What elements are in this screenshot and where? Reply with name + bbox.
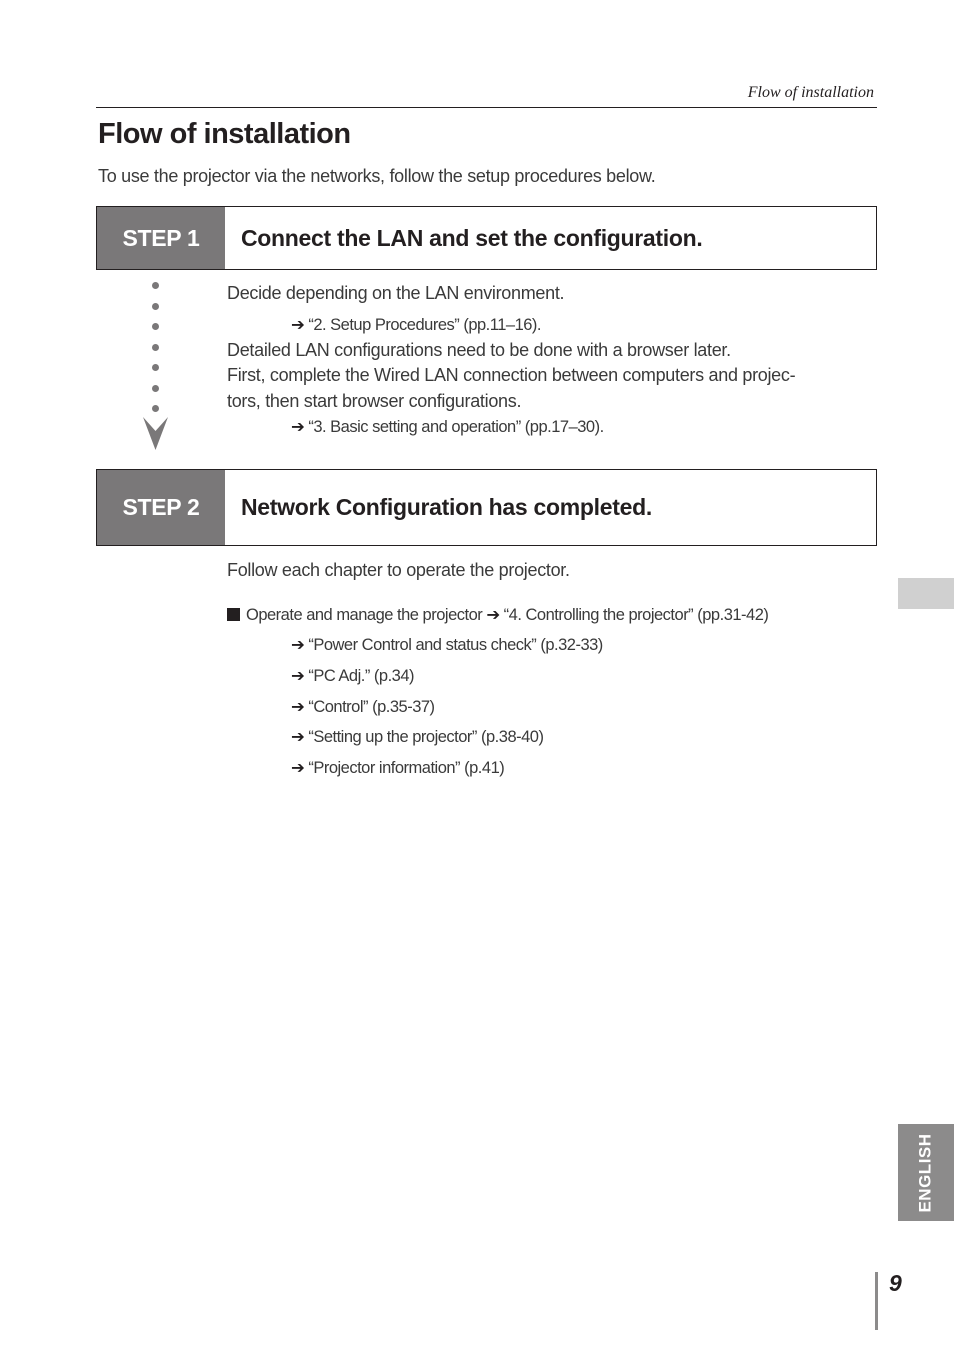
dot-icon	[152, 364, 159, 371]
chapter-tab	[898, 578, 954, 609]
step-1-title: Connect the LAN and set the configuratio…	[241, 224, 703, 251]
step-1-line: First, complete the Wired LAN connection…	[227, 365, 796, 385]
step-2-header: STEP 2 Network Configuration has complet…	[96, 469, 877, 546]
step-2-tag: STEP 2	[97, 470, 225, 545]
dot-icon	[152, 282, 159, 289]
arrow-icon: ➔	[291, 728, 305, 746]
dot-icon	[152, 344, 159, 351]
step-2-ref-text: “PC Adj.” (p.34)	[308, 667, 415, 685]
step-2-ref-text: “Projector information” (p.41)	[308, 759, 505, 777]
header-rule	[96, 107, 877, 108]
bullet-text: Operate and manage the projector	[246, 606, 483, 624]
arrow-icon: ➔	[291, 636, 305, 654]
arrow-icon: ➔	[291, 418, 305, 436]
dot-icon	[152, 303, 159, 310]
step-1-header: STEP 1 Connect the LAN and set the confi…	[96, 206, 877, 270]
step-2-ref-text: “Power Control and status check” (p.32-3…	[308, 636, 603, 654]
running-head: Flow of installation	[747, 84, 874, 101]
step-1-ref-text: “3. Basic setting and operation” (pp.17–…	[308, 418, 604, 436]
step-2-ref: ➔ “PC Adj.” (p.34)	[291, 666, 415, 686]
arrow-icon: ➔	[486, 606, 500, 624]
page-number-bar	[875, 1272, 878, 1330]
language-label: ENGLISH	[916, 1132, 935, 1213]
step-2-ref: ➔ “Projector information” (p.41)	[291, 758, 505, 778]
step-2-ref-text: “Control” (p.35-37)	[308, 698, 435, 716]
dot-icon	[152, 385, 159, 392]
arrow-icon: ➔	[291, 667, 305, 685]
page-title: Flow of installation	[98, 118, 351, 150]
bullet-ref: “4. Controlling the projector” (pp.31-42…	[503, 606, 769, 624]
step-2-ref: ➔ “Control” (p.35-37)	[291, 697, 435, 717]
step-2-ref: ➔ “Power Control and status check” (p.32-…	[291, 635, 603, 655]
step-2-intro: Follow each chapter to operate the proje…	[227, 560, 570, 580]
arrow-icon: ➔	[291, 759, 305, 777]
down-arrow-icon	[143, 417, 168, 450]
language-tab: ENGLISH	[898, 1124, 954, 1221]
step-1-ref-text: “2. Setup Procedures” (pp.11–16).	[308, 316, 541, 334]
dot-icon	[152, 323, 159, 330]
arrow-icon: ➔	[291, 698, 305, 716]
step-1-ref: ➔ “2. Setup Procedures” (pp.11–16).	[291, 315, 541, 335]
step-1-line: tors, then start browser configurations.	[227, 391, 522, 411]
step-2-ref-text: “Setting up the projector” (p.38-40)	[308, 728, 544, 746]
step-2-bullet: Operate and manage the projector ➔ “4. Co…	[227, 605, 769, 625]
step-2-ref: ➔ “Setting up the projector” (p.38-40)	[291, 727, 544, 747]
step-1-line: Detailed LAN configurations need to be d…	[227, 340, 731, 360]
intro-text: To use the projector via the networks, f…	[98, 166, 656, 186]
square-bullet-icon	[227, 608, 240, 621]
page-number: 9	[889, 1270, 902, 1296]
arrow-icon: ➔	[291, 316, 305, 334]
step-1-tag: STEP 1	[97, 207, 225, 269]
step-2-title: Network Configuration has completed.	[241, 494, 652, 520]
step-1-ref: ➔ “3. Basic setting and operation” (pp.17…	[291, 417, 604, 437]
dot-icon	[152, 405, 159, 412]
step-1-line: Decide depending on the LAN environment.	[227, 283, 565, 303]
